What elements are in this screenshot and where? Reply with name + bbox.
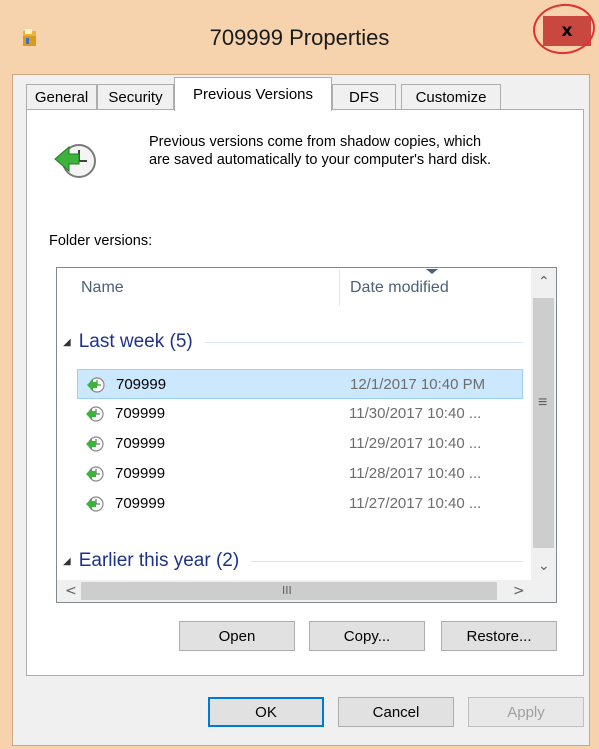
scroll-grip: III — [282, 584, 292, 597]
restore-clock-icon — [86, 496, 104, 512]
apply-button[interactable]: Apply — [468, 697, 584, 727]
restore-clock-icon — [54, 144, 96, 178]
info-line-1: Previous versions come from shadow copie… — [149, 134, 482, 150]
open-button[interactable]: Open — [179, 621, 295, 651]
scrollbar-corner — [531, 580, 556, 602]
scroll-grip-icon: ≡ — [538, 394, 548, 411]
tab-customize[interactable]: Customize — [401, 84, 501, 110]
item-name: 709999 — [115, 495, 166, 512]
scroll-left-icon[interactable]: < — [65, 583, 77, 599]
list-item[interactable]: 709999 11/29/2017 10:40 ... — [77, 429, 523, 459]
tab-previous-versions[interactable]: Previous Versions — [174, 77, 332, 111]
tab-security[interactable]: Security — [97, 84, 174, 110]
window-title: 709999 Properties — [209, 25, 390, 50]
item-date: 11/29/2017 10:40 ... — [349, 435, 482, 452]
group-header-earlier-this-year[interactable]: ◢ Earlier this year (2) — [63, 550, 523, 572]
tab-general[interactable]: General — [26, 84, 97, 110]
ok-button[interactable]: OK — [208, 697, 324, 727]
info-text: Previous versions come from shadow copie… — [149, 133, 569, 169]
vertical-scroll-thumb[interactable] — [533, 298, 554, 548]
item-name: 709999 — [115, 435, 166, 452]
item-date: 11/28/2017 10:40 ... — [349, 465, 482, 482]
item-name: 709999 — [115, 405, 166, 422]
restore-button[interactable]: Restore... — [441, 621, 557, 651]
item-date: 11/30/2017 10:40 ... — [349, 405, 482, 422]
list-item[interactable]: 709999 11/30/2017 10:40 ... — [77, 399, 523, 429]
group-label: Last week (5) — [78, 331, 193, 352]
close-button[interactable]: x — [543, 16, 591, 46]
collapse-icon: ◢ — [63, 555, 71, 567]
copy-button[interactable]: Copy... — [309, 621, 425, 651]
column-separator[interactable] — [339, 270, 340, 306]
restore-clock-icon — [86, 436, 104, 452]
restore-clock-icon — [86, 406, 104, 422]
group-header-last-week[interactable]: ◢ Last week (5) — [63, 331, 523, 353]
info-line-2: are saved automatically to your computer… — [149, 152, 492, 168]
scroll-down-icon[interactable]: ⌄ — [538, 558, 550, 574]
properties-window: 709999 Properties x General Security Pre… — [0, 0, 599, 749]
group-label: Earlier this year (2) — [78, 550, 240, 571]
column-header-date[interactable]: Date modified — [350, 268, 449, 308]
column-header-name[interactable]: Name — [81, 268, 124, 308]
item-date: 11/27/2017 10:40 ... — [349, 495, 482, 512]
collapse-icon: ◢ — [63, 336, 71, 348]
group-divider — [204, 341, 523, 343]
list-item[interactable]: 709999 11/27/2017 10:40 ... — [77, 489, 523, 519]
list-item[interactable]: 709999 11/28/2017 10:40 ... — [77, 459, 523, 489]
tab-dfs[interactable]: DFS — [332, 84, 396, 110]
restore-clock-icon — [87, 377, 105, 393]
dialog-body: General Security Previous Versions DFS C… — [12, 74, 590, 746]
item-date: 12/1/2017 10:40 PM — [350, 376, 486, 393]
folder-versions-label: Folder versions: — [49, 233, 153, 249]
folder-versions-list[interactable]: Name Date modified ◢ Last week (5) 70999… — [56, 267, 557, 603]
list-item[interactable]: 709999 12/1/2017 10:40 PM — [77, 369, 523, 399]
scroll-right-icon[interactable]: > — [513, 583, 525, 599]
group-divider — [251, 560, 523, 562]
title-bar[interactable]: 709999 Properties x — [0, 0, 599, 74]
scroll-up-icon[interactable]: ⌃ — [538, 274, 550, 290]
restore-clock-icon — [86, 466, 104, 482]
item-name: 709999 — [115, 465, 166, 482]
close-icon: x — [561, 21, 573, 41]
item-name: 709999 — [116, 376, 167, 393]
cancel-button[interactable]: Cancel — [338, 697, 454, 727]
